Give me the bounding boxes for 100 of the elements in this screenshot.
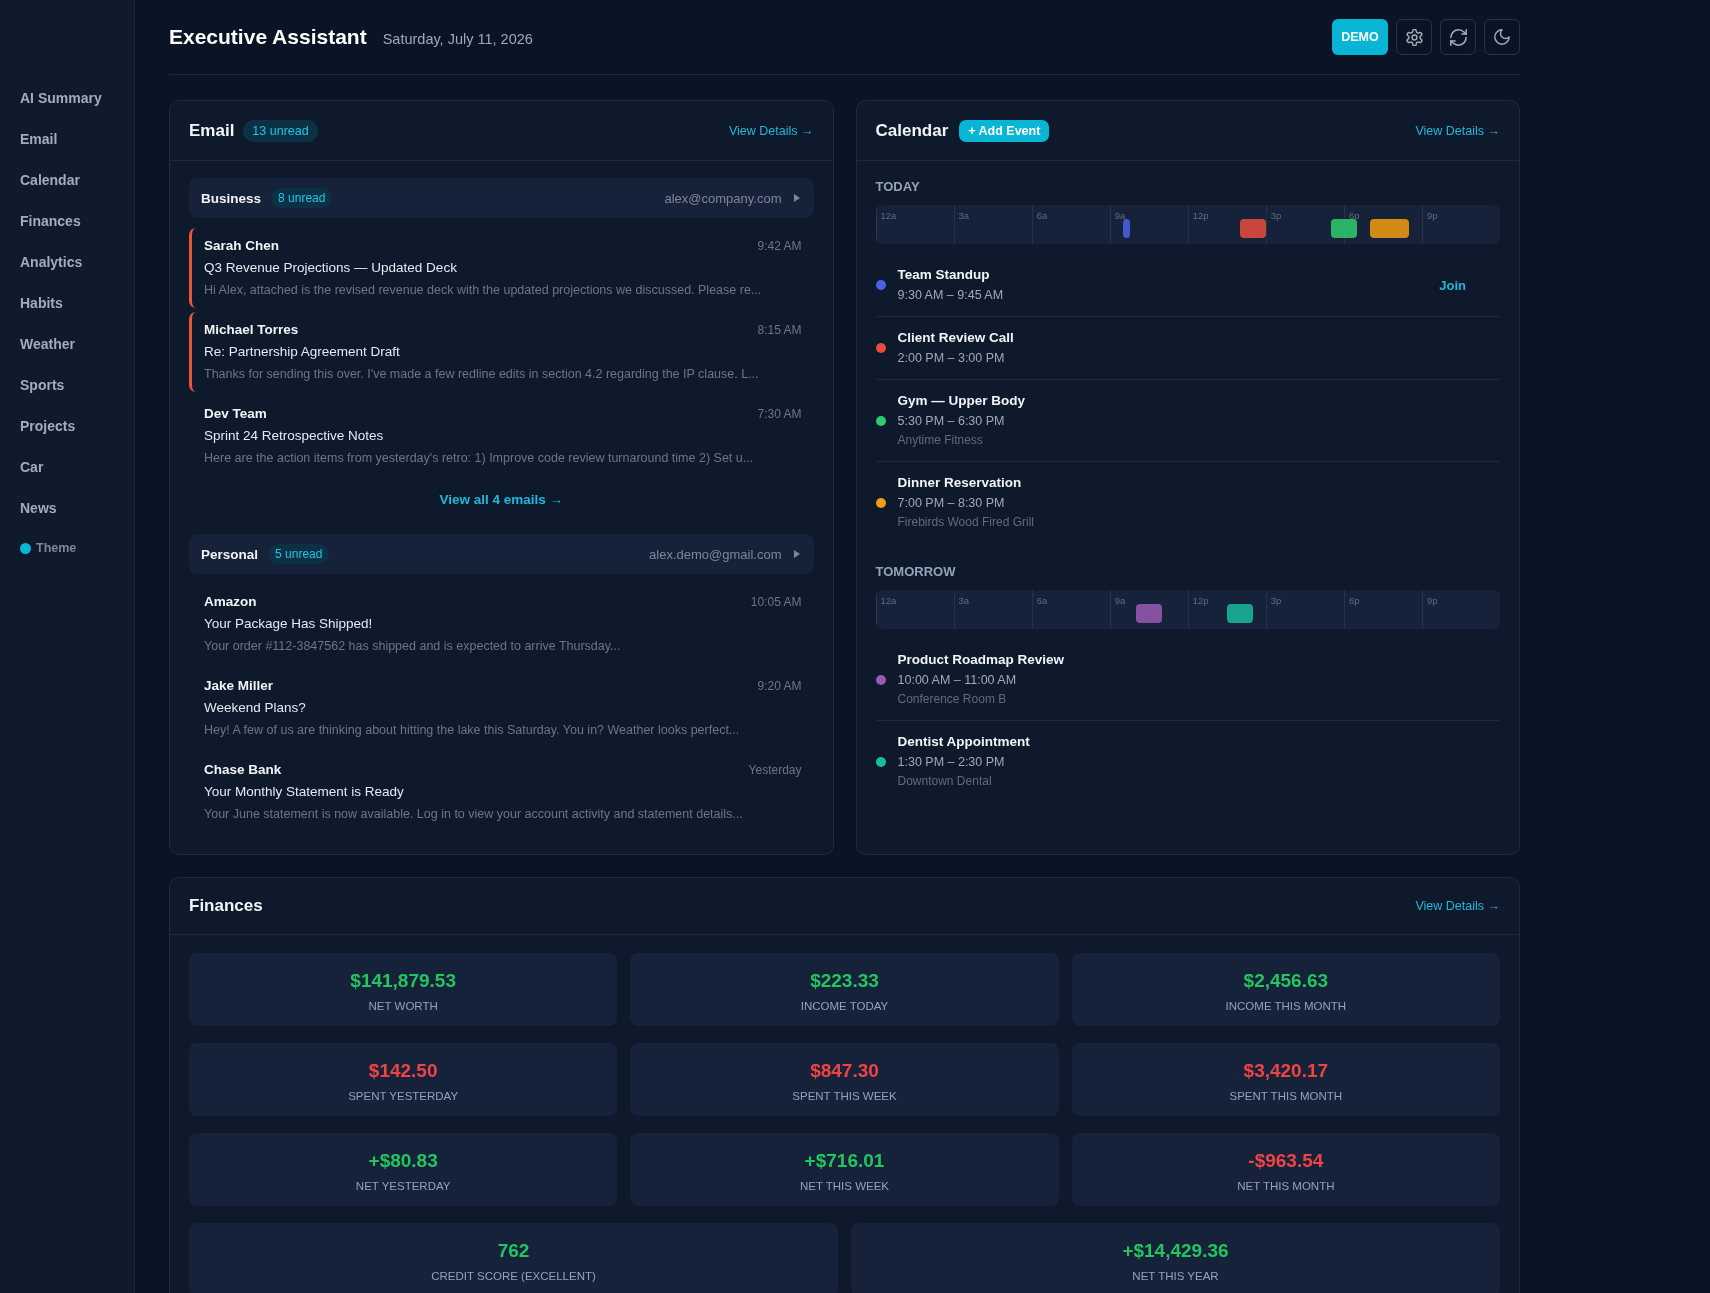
stat-label: SPENT THIS WEEK <box>792 1089 897 1103</box>
dark-mode-button[interactable] <box>1484 19 1520 55</box>
email-preview: Your June statement is now available. Log in to view your account activity and statement details... <box>204 806 744 823</box>
stat-label: SPENT THIS MONTH <box>1229 1089 1343 1103</box>
panel-title: Email <box>189 120 235 141</box>
nav-link[interactable]: Projects <box>20 406 76 447</box>
event-block <box>1122 219 1130 238</box>
event-location: Downtown Dental <box>897 773 993 790</box>
theme-toggle[interactable]: Theme <box>20 537 77 559</box>
sender-name: Jake Miller <box>204 677 274 695</box>
panel-title: Calendar <box>875 120 949 141</box>
stat-value: +$14,429.36 <box>1122 1239 1229 1263</box>
nav-link[interactable]: AI Summary <box>20 78 102 119</box>
hour-label: 9p <box>1425 209 1438 221</box>
caret-icon[interactable] <box>793 194 800 202</box>
event-time: 10:00 AM – 11:00 AM <box>897 672 1018 689</box>
view-details-link[interactable]: View Details → <box>1415 123 1500 138</box>
stat-value: $847.30 <box>810 1059 879 1083</box>
panel-title: Finances <box>189 896 263 916</box>
hour-label: 6p <box>1347 209 1360 221</box>
stat-value: -$963.54 <box>1248 1149 1324 1173</box>
email-subject: Re: Partnership Agreement Draft <box>204 343 401 361</box>
hour-label: 3p <box>1269 594 1282 606</box>
email-time: 7:30 AM <box>757 406 802 423</box>
event-time: 5:30 PM – 6:30 PM <box>897 413 1006 430</box>
hour-label: 9a <box>1113 594 1126 606</box>
hour-label: 3a <box>957 209 970 221</box>
hour-label: 6a <box>1035 594 1048 606</box>
refresh-button[interactable] <box>1440 19 1476 55</box>
hour-label: 12p <box>1191 209 1209 221</box>
event-title: Dentist Appointment <box>897 733 1030 751</box>
event-block <box>1239 219 1266 238</box>
date-text: Saturday, July 11, 2026 <box>382 30 533 47</box>
stat-label: INCOME TODAY <box>800 999 889 1013</box>
nav-link[interactable]: News <box>20 488 57 529</box>
hour-label: 6a <box>1035 209 1048 221</box>
page-title: Executive Assistant <box>169 25 367 49</box>
sender-name: Dev Team <box>204 405 267 423</box>
stat-label: NET WORTH <box>368 999 438 1013</box>
account-address: alex@company.com <box>664 190 782 206</box>
email-preview: Thanks for sending this over. I've made a few redline edits in section 4.2 regarding the IP clause. L... <box>204 366 760 383</box>
event-location: Anytime Fitness <box>897 432 984 449</box>
account-name: Personal <box>201 546 259 562</box>
stat-value: $2,456.63 <box>1243 969 1329 993</box>
nav-link[interactable]: Car <box>20 447 44 488</box>
settings-icon <box>1405 28 1423 46</box>
event-time: 7:00 PM – 8:30 PM <box>897 495 1006 512</box>
email-time: 8:15 AM <box>757 322 802 339</box>
view-details-link[interactable]: View Details → <box>728 123 814 138</box>
event-block <box>1369 219 1409 238</box>
email-preview: Hey! A few of us are thinking about hitting the lake this Saturday. You in? Weather looks perfect... <box>204 722 741 739</box>
join-link[interactable]: Join <box>1431 273 1474 297</box>
email-time: 9:20 AM <box>757 678 802 695</box>
event-block <box>1226 604 1253 623</box>
email-subject: Q3 Revenue Projections — Updated Deck <box>204 259 458 277</box>
nav-link[interactable]: Weather <box>20 324 75 365</box>
email-preview: Hi Alex, attached is the revised revenue deck with the updated projections we discussed. Please re... <box>204 282 763 299</box>
hour-label: 3p <box>1269 209 1282 221</box>
settings-button[interactable] <box>1396 19 1432 55</box>
hour-label: 3a <box>957 594 970 606</box>
sender-name: Amazon <box>204 593 257 611</box>
nav-link[interactable]: Sports <box>20 365 65 406</box>
day-heading: TOMORROW <box>875 564 957 580</box>
stat-value: 762 <box>497 1239 530 1263</box>
event-time: 1:30 PM – 2:30 PM <box>897 754 1006 771</box>
nav-link[interactable]: Finances <box>20 201 81 242</box>
stat-value: $3,420.17 <box>1243 1059 1329 1083</box>
stat-label: NET YESTERDAY <box>355 1179 451 1193</box>
sender-name: Sarah Chen <box>204 237 280 255</box>
view-all-link[interactable]: View all 4 emails → <box>435 486 568 513</box>
event-block <box>1135 604 1162 623</box>
hour-label: 12a <box>879 594 897 606</box>
hour-label: 12a <box>879 209 897 221</box>
stat-label: SPENT YESTERDAY <box>348 1089 459 1103</box>
stat-value: $141,879.53 <box>350 969 456 993</box>
nav-link[interactable]: Habits <box>20 283 63 324</box>
event-title: Client Review Call <box>897 329 1014 347</box>
stat-label: INCOME THIS MONTH <box>1225 999 1347 1013</box>
view-details-link[interactable]: View Details → <box>1415 899 1500 913</box>
hour-label: 9p <box>1425 594 1438 606</box>
unread-badge: 8 unread <box>271 188 333 208</box>
dot-icon <box>20 542 31 554</box>
stat-label: NET THIS WEEK <box>799 1179 889 1193</box>
event-title: Gym — Upper Body <box>897 392 1026 410</box>
event-title: Dinner Reservation <box>897 474 1023 492</box>
event-time: 2:00 PM – 3:00 PM <box>897 350 1006 367</box>
event-location: Firebirds Wood Fired Grill <box>897 514 1034 531</box>
refresh-icon <box>1449 28 1467 46</box>
hour-label: 6p <box>1347 594 1360 606</box>
event-title: Product Roadmap Review <box>897 651 1065 669</box>
stat-value: +$716.01 <box>804 1149 885 1173</box>
event-block <box>1330 219 1357 238</box>
email-preview: Here are the action items from yesterday's retro: 1) Improve code review turnaround time 2) Set u... <box>204 450 755 467</box>
unread-badge: 5 unread <box>268 544 330 564</box>
nav-link[interactable]: Email <box>20 119 58 160</box>
sender-name: Michael Torres <box>204 321 299 339</box>
caret-icon[interactable] <box>793 550 800 558</box>
nav-link[interactable]: Analytics <box>20 242 83 283</box>
stat-label: CREDIT SCORE (EXCELLENT) <box>431 1269 596 1283</box>
nav-link[interactable]: Calendar <box>20 160 80 201</box>
